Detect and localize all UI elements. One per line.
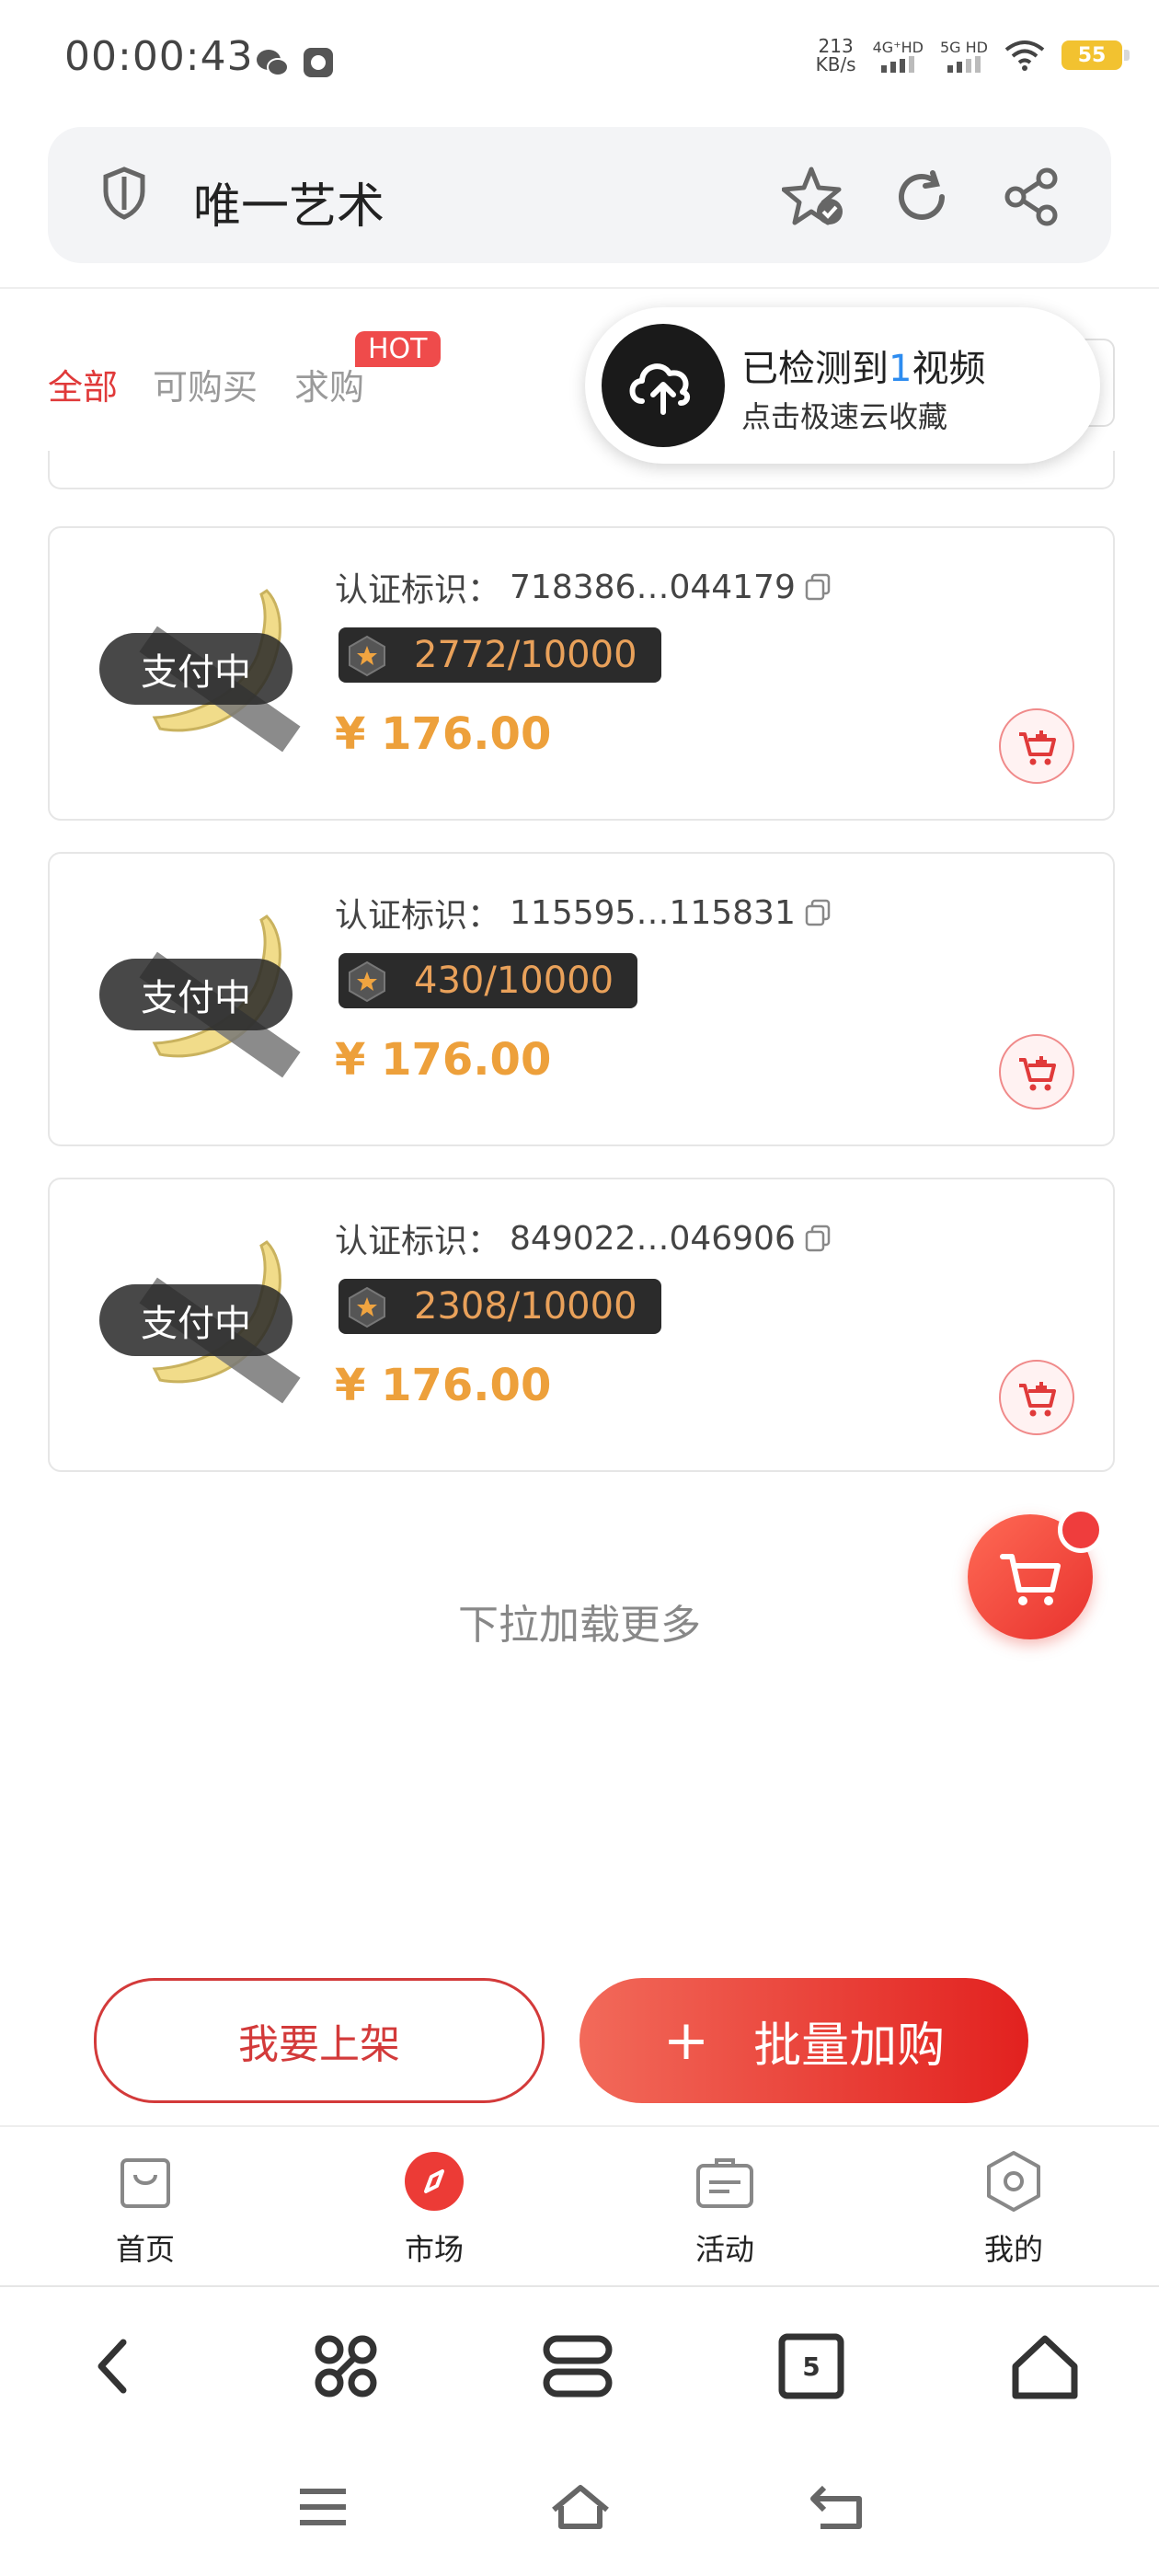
nav-label: 市场: [404, 2232, 464, 2267]
copy-icon[interactable]: [805, 899, 831, 926]
serial-number: 2308/10000: [414, 1285, 637, 1328]
collection-card[interactable]: 支付中 认证标识： 115595…115831 430/10000 ¥ 176.…: [48, 852, 1115, 1146]
signal-bars-icon: [947, 55, 981, 73]
star-check-icon[interactable]: [782, 164, 848, 230]
status-badge: 支付中: [99, 1284, 293, 1356]
copy-icon[interactable]: [805, 573, 831, 601]
nav-label: 首页: [115, 2232, 175, 2267]
share-icon[interactable]: [1001, 166, 1063, 228]
cert-label: 认证标识：: [335, 897, 501, 935]
cert-id: 849022…046906: [510, 1219, 796, 1258]
cart-notification-dot: [1058, 1507, 1104, 1553]
serial-number: 2772/10000: [414, 634, 637, 676]
system-back-icon[interactable]: [806, 2475, 870, 2539]
status-right: 213 KB/s 4G⁺HD 5G HD 55: [816, 37, 1130, 74]
load-more-hint: 下拉加载更多: [458, 1602, 701, 1649]
serial-number-badge: 2772/10000: [339, 627, 661, 683]
toast-title-suffix: 视频: [912, 348, 986, 390]
compass-icon: [405, 2152, 464, 2211]
price: ¥ 176.00: [335, 1034, 552, 1086]
serial-number: 430/10000: [414, 960, 614, 1002]
nav-item-mine[interactable]: 我的: [931, 2149, 1096, 2269]
header-divider: [0, 287, 1159, 289]
cart-plus-icon: [1019, 1382, 1056, 1417]
wifi-icon: [1004, 40, 1045, 71]
signal-sim2: 5G HD: [940, 39, 988, 73]
status-badge: 支付中: [99, 959, 293, 1030]
nav-item-market[interactable]: 市场: [351, 2149, 517, 2269]
serial-number-badge: 2308/10000: [339, 1279, 661, 1334]
cert-row: 认证标识： 718386…044179: [335, 563, 831, 611]
signal-bars-icon: [881, 55, 915, 73]
batch-add-to-cart-button[interactable]: + 批量加购: [580, 1978, 1028, 2103]
collection-card[interactable]: 支付中 认证标识： 718386…044179 2772/10000 ¥ 176…: [48, 526, 1115, 821]
batch-add-label: 批量加购: [753, 2018, 946, 2074]
nav-label: 活动: [694, 2232, 754, 2267]
cart-plus-icon: [1019, 730, 1056, 765]
nav-divider: [0, 2285, 1159, 2287]
star-hexagon-icon: [349, 960, 385, 1003]
cert-label: 认证标识：: [335, 1223, 501, 1260]
net-speed-unit: KB/s: [815, 53, 856, 75]
wechat-icon: [257, 50, 289, 76]
toast-title: 已检测到1视频: [741, 339, 985, 392]
tab-all[interactable]: 全部: [48, 359, 118, 409]
hot-badge: HOT: [355, 331, 441, 367]
toast-title-prefix: 已检测到: [741, 348, 889, 390]
status-time: 00:00:43: [64, 33, 254, 80]
home-icon[interactable]: [1008, 2329, 1082, 2403]
add-to-cart-button[interactable]: [999, 708, 1074, 784]
nav-label: 我的: [983, 2232, 1043, 2267]
add-to-cart-button[interactable]: [999, 1360, 1074, 1435]
price: ¥ 176.00: [335, 1360, 552, 1411]
price: ¥ 176.00: [335, 708, 552, 760]
bag-icon: [120, 2158, 170, 2208]
net-speed-value: 213: [818, 35, 854, 57]
sim2-label: 5G HD: [939, 38, 988, 56]
system-home-icon[interactable]: [548, 2475, 613, 2539]
tabs-switch-icon[interactable]: [541, 2329, 614, 2403]
battery-indicator: 55: [1061, 40, 1130, 70]
shield-icon[interactable]: [101, 166, 147, 221]
cert-id: 718386…044179: [510, 568, 796, 606]
command-icon[interactable]: [309, 2329, 383, 2403]
refresh-icon[interactable]: [892, 167, 951, 226]
cert-row: 认证标识： 115595…115831: [335, 889, 831, 937]
collection-card[interactable]: 支付中 认证标识： 849022…046906 2308/10000 ¥ 176…: [48, 1178, 1115, 1472]
status-badge: 支付中: [99, 633, 293, 705]
sim1-label: 4G⁺HD: [872, 38, 924, 56]
cert-row: 认证标识： 849022…046906: [335, 1214, 831, 1262]
list-for-sale-button[interactable]: 我要上架: [94, 1978, 545, 2103]
toast-video-count: 1: [889, 348, 912, 390]
gallery-icon: [304, 48, 333, 77]
briefcase-icon: [696, 2158, 753, 2208]
menu-icon[interactable]: [291, 2475, 355, 2539]
star-hexagon-icon: [349, 1286, 385, 1328]
serial-number-badge: 430/10000: [339, 953, 638, 1008]
nav-item-home[interactable]: 首页: [63, 2149, 228, 2269]
net-speed: 213 KB/s: [816, 37, 856, 74]
nav-divider: [0, 2125, 1159, 2127]
star-hexagon-icon: [349, 635, 385, 677]
tab-wanted[interactable]: 求购: [294, 359, 364, 409]
cloud-upload-icon[interactable]: [602, 324, 725, 447]
cart-plus-icon: [1019, 1056, 1056, 1091]
page-title[interactable]: 唯一艺术: [193, 167, 384, 236]
tab-buyable[interactable]: 可购买: [153, 359, 258, 409]
hexagon-icon: [987, 2151, 1040, 2212]
plus-icon: +: [662, 2008, 710, 2073]
card-partial: [48, 451, 1115, 489]
nav-item-activity[interactable]: 活动: [642, 2149, 808, 2269]
signal-sim1: 4G⁺HD: [873, 39, 924, 73]
copy-icon[interactable]: [805, 1225, 831, 1252]
back-icon[interactable]: [79, 2329, 153, 2403]
cert-id: 115595…115831: [510, 893, 796, 932]
cert-label: 认证标识：: [335, 571, 501, 609]
tab-count-icon[interactable]: 5: [775, 2329, 848, 2403]
toast-subtitle: 点击极速云收藏: [741, 399, 948, 434]
tab-count: 5: [802, 2351, 820, 2382]
add-to-cart-button[interactable]: [999, 1034, 1074, 1110]
